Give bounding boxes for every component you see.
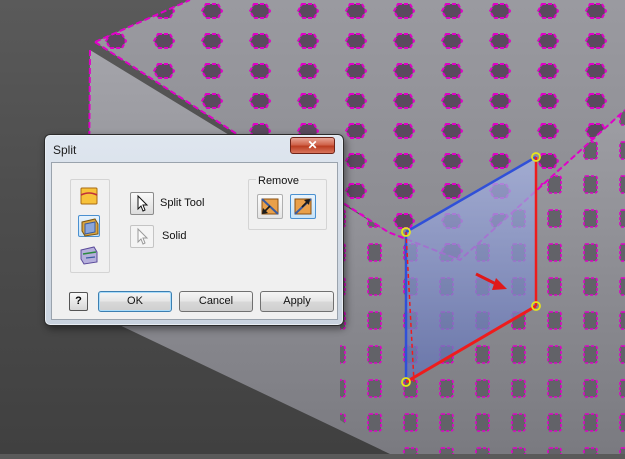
close-button[interactable]: ✕ <box>290 137 335 154</box>
dialog-client: Split Tool Solid Remove ? OK Cancel Appl… <box>51 162 338 320</box>
remove-side-2-button[interactable] <box>290 194 316 219</box>
cancel-button[interactable]: Cancel <box>179 291 253 312</box>
trim-solid-button[interactable] <box>78 215 100 237</box>
apply-button[interactable]: Apply <box>260 291 334 312</box>
solid-selector[interactable] <box>130 225 154 248</box>
split-face-icon <box>80 187 98 205</box>
help-button[interactable]: ? <box>69 292 88 311</box>
remove-group-label: Remove <box>256 175 301 187</box>
cursor-arrow-icon <box>137 227 149 245</box>
dialog-title: Split <box>53 143 77 157</box>
help-icon: ? <box>75 295 82 307</box>
close-icon: ✕ <box>307 138 318 152</box>
split-method-group <box>70 179 110 273</box>
dialog-titlebar[interactable]: Split ✕ <box>45 135 343 161</box>
remove-side-2-icon <box>294 198 312 215</box>
split-tool-selector[interactable] <box>130 192 154 215</box>
cursor-arrow-icon <box>137 194 149 212</box>
remove-side-1-button[interactable] <box>257 194 283 219</box>
remove-side-1-icon <box>261 198 279 215</box>
split-tool-label: Split Tool <box>160 197 205 209</box>
split-face-button[interactable] <box>78 185 100 207</box>
solid-label: Solid <box>162 230 187 242</box>
trim-solid-icon <box>81 218 99 237</box>
split-solid-button[interactable] <box>78 244 100 266</box>
split-dialog: Split ✕ Split Tool Solid Remove ? OK Can… <box>44 134 344 326</box>
split-solid-icon <box>80 246 98 265</box>
ok-button[interactable]: OK <box>98 291 172 312</box>
remove-group: Remove <box>248 175 327 230</box>
